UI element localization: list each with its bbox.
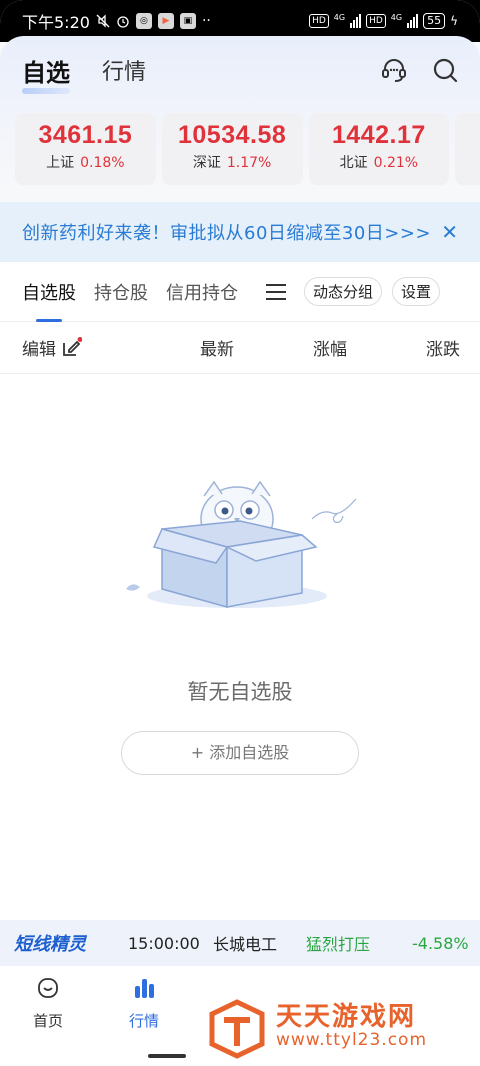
news-banner[interactable]: 创新药利好来袭！审批拟从60日缩减至30日>>> ✕ bbox=[0, 202, 480, 262]
status-time: 下午5:20 bbox=[22, 13, 90, 32]
video-notification-icon: ▶ bbox=[157, 13, 174, 29]
app-header: 自选 行情 bbox=[0, 42, 480, 98]
index-card-next[interactable] bbox=[455, 113, 480, 185]
ticker-stock: 长城电工 bbox=[213, 935, 278, 954]
nav-home[interactable]: 首页 bbox=[18, 976, 78, 1031]
tab-watchlist[interactable]: 自选 bbox=[22, 53, 70, 94]
edit-label: 编辑 bbox=[22, 340, 56, 360]
column-latest[interactable]: 最新 bbox=[200, 335, 234, 360]
hd-badge: HD bbox=[309, 14, 329, 28]
ticker-time: 15:00:00 bbox=[128, 933, 200, 953]
index-name: 深证 bbox=[192, 155, 221, 171]
more-notifications-icon: ·· bbox=[201, 13, 211, 29]
chart-bars-icon bbox=[135, 979, 154, 998]
menu-icon[interactable] bbox=[264, 282, 288, 302]
edit-button[interactable]: 编辑 bbox=[22, 335, 82, 360]
column-change-amt[interactable]: 涨跌 bbox=[426, 335, 460, 360]
watchlist-subtabs: 自选股 持仓股 信用持仓 动态分组 设置 bbox=[0, 262, 480, 322]
watermark-logo bbox=[209, 999, 265, 1059]
column-change-pct[interactable]: 涨幅 bbox=[313, 335, 347, 360]
watermark-url: www.ttyl23.com bbox=[276, 1030, 428, 1050]
index-name: 北证 bbox=[339, 155, 368, 171]
empty-state: 暂无自选股 + 添加自选股 bbox=[0, 374, 480, 920]
ticker-brand: 短线精灵 bbox=[14, 934, 86, 955]
subtab-holdings[interactable]: 持仓股 bbox=[94, 279, 148, 305]
gallery-notification-icon: ▣ bbox=[179, 13, 196, 29]
app-screen: 下午5:20 ◎ ▶ ▣ ·· HD 4G HD 4G 55 ϟ 自选 行情 3… bbox=[0, 0, 480, 1066]
index-value: 3461.15 bbox=[38, 121, 133, 149]
headset-icon[interactable] bbox=[380, 56, 408, 84]
dynamic-group-button[interactable]: 动态分组 bbox=[304, 277, 383, 306]
column-header: 编辑 最新 涨幅 涨跌 bbox=[0, 322, 480, 374]
banner-text[interactable]: 创新药利好来袭！审批拟从60日缩减至30日>>> bbox=[22, 219, 431, 245]
index-card-beijing[interactable]: 1442.17 北证 0.21% bbox=[308, 113, 450, 185]
index-name: 上证 bbox=[46, 155, 75, 171]
hd-badge-2: HD bbox=[366, 14, 386, 28]
close-icon[interactable]: ✕ bbox=[441, 220, 458, 244]
index-value: 10534.58 bbox=[177, 121, 287, 149]
mute-icon bbox=[96, 14, 110, 28]
index-change: 0.18% bbox=[80, 155, 125, 171]
index-card-shenzhen[interactable]: 10534.58 深证 1.17% bbox=[161, 113, 303, 185]
edit-icon bbox=[63, 336, 82, 356]
watermark-title: 天天游戏网 bbox=[276, 1002, 417, 1032]
subtab-credit-holdings[interactable]: 信用持仓 bbox=[166, 279, 238, 305]
home-icon bbox=[38, 978, 58, 998]
index-cards: 3461.15 上证 0.18% 10534.58 深证 1.17% 1442.17… bbox=[15, 113, 480, 187]
index-change: 0.21% bbox=[373, 155, 419, 171]
network-gen-2: 4G bbox=[390, 13, 403, 22]
index-value: 1442.17 bbox=[331, 121, 426, 149]
signal-icon-2 bbox=[407, 14, 419, 28]
charging-icon: ϟ bbox=[450, 14, 458, 28]
settings-button[interactable]: 设置 bbox=[392, 277, 441, 306]
nav-market[interactable]: 行情 bbox=[114, 976, 174, 1031]
empty-message: 暂无自选股 bbox=[187, 680, 293, 704]
index-card-shanghai[interactable]: 3461.15 上证 0.18% bbox=[15, 113, 156, 185]
empty-box-owl-illustration bbox=[126, 480, 357, 608]
battery-level: 55 bbox=[423, 13, 446, 29]
watermark: 天天游戏网 www.ttyl23.com bbox=[188, 992, 480, 1066]
app-notification-icon: ◎ bbox=[135, 13, 152, 29]
tab-market[interactable]: 行情 bbox=[102, 54, 146, 86]
signal-icon bbox=[350, 14, 362, 28]
alarm-icon bbox=[117, 16, 129, 28]
network-gen: 4G bbox=[333, 13, 346, 22]
ticker-signal: 猛烈打压 bbox=[306, 935, 371, 954]
home-indicator[interactable] bbox=[148, 1054, 186, 1058]
subtab-watchlist[interactable]: 自选股 bbox=[22, 279, 76, 322]
nav-market-label: 行情 bbox=[128, 1012, 159, 1030]
short-term-ticker[interactable]: 短线精灵 15:00:00 长城电工 猛烈打压 -4.58% bbox=[0, 920, 480, 966]
add-watchlist-button[interactable]: + 添加自选股 bbox=[121, 731, 359, 775]
index-change: 1.17% bbox=[226, 155, 272, 171]
nav-home-label: 首页 bbox=[32, 1012, 63, 1030]
ticker-change: -4.58% bbox=[412, 933, 469, 953]
search-icon[interactable] bbox=[432, 57, 458, 83]
